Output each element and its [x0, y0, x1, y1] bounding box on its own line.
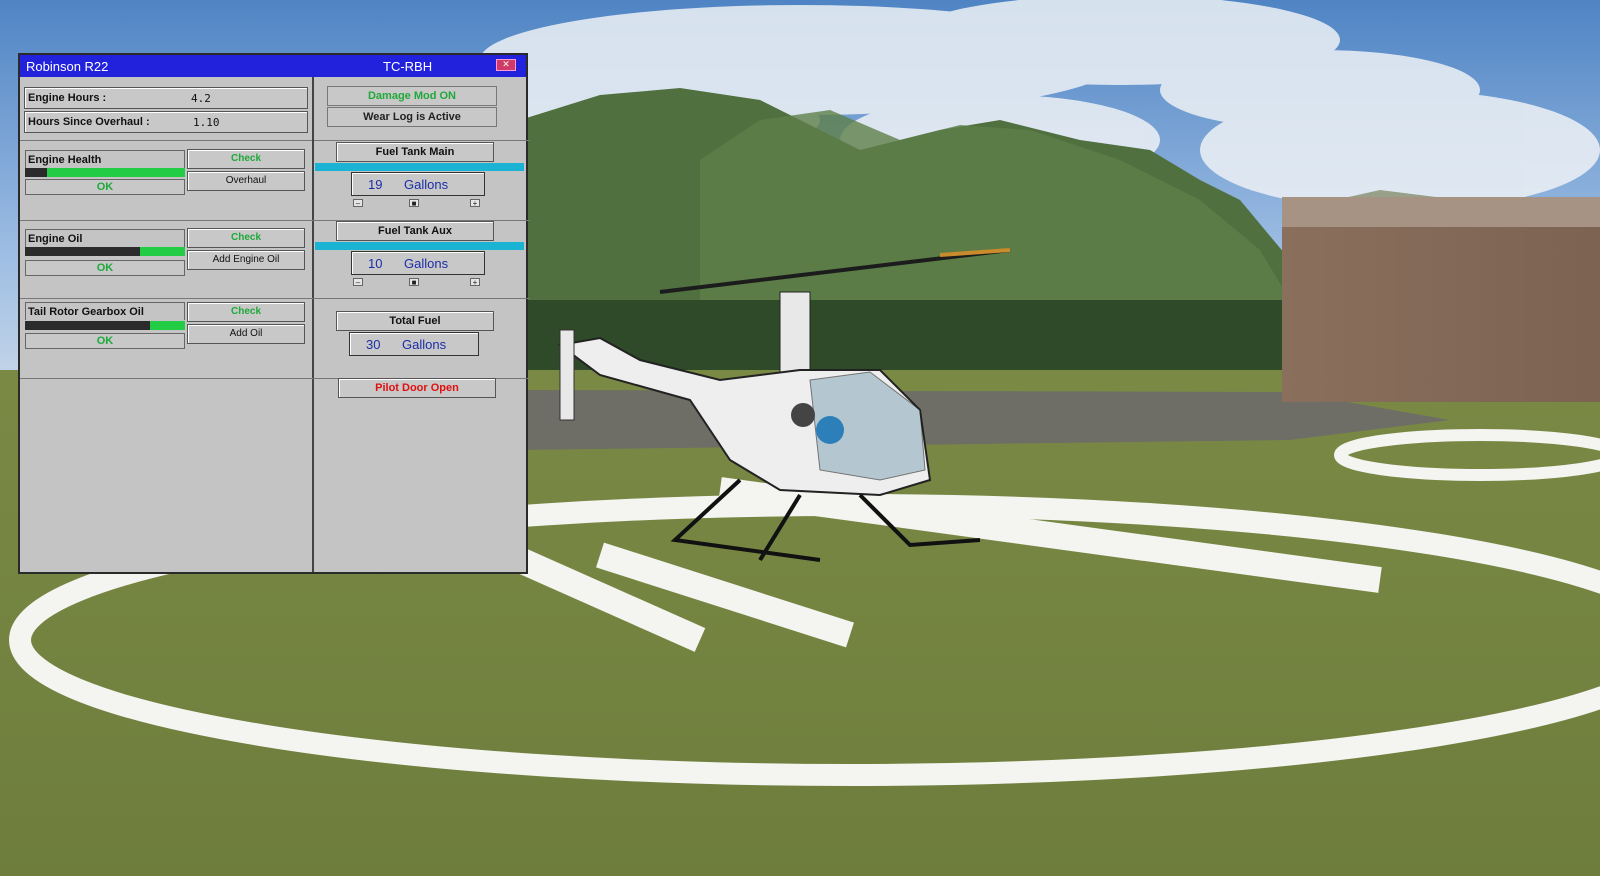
add-oil-button[interactable]: Add Oil	[187, 324, 305, 344]
fuel-main-increase-button[interactable]: +	[470, 199, 480, 208]
pilot-door-status[interactable]: Pilot Door Open	[338, 378, 496, 398]
engine-oil-fill	[140, 247, 185, 256]
aircraft-model: Robinson R22	[26, 59, 109, 74]
panel-title-bar[interactable]: Robinson R22 TC-RBH ✕	[20, 55, 526, 77]
engine-hours-field: Engine Hours : 4.2	[24, 87, 308, 109]
fuel-tank-main-indicator	[315, 163, 524, 171]
fuel-main-set-button[interactable]: ■	[409, 199, 419, 208]
fuel-tank-aux-label: Fuel Tank Aux	[336, 221, 494, 241]
fuel-tank-aux-field: 10 Gallons	[351, 251, 485, 275]
total-fuel-value: 30	[366, 337, 381, 352]
fuel-tank-main-label: Fuel Tank Main	[336, 142, 494, 162]
total-fuel-unit: Gallons	[402, 337, 447, 352]
engine-oil-status: OK	[25, 260, 185, 276]
hours-since-overhaul-label: Hours Since Overhaul :	[28, 116, 150, 128]
engine-hours-value: 4.2	[191, 92, 211, 105]
engine-oil-label: Engine Oil	[25, 229, 185, 247]
total-fuel-field: 30 Gallons	[349, 332, 479, 356]
close-icon[interactable]: ✕	[496, 59, 516, 71]
tail-rotor-oil-bar	[25, 321, 185, 330]
tail-rotor-oil-status: OK	[25, 333, 185, 349]
overhaul-button[interactable]: Overhaul	[187, 171, 305, 191]
divider	[20, 298, 530, 299]
tail-rotor-oil-fill	[149, 321, 185, 330]
tail-rotor-oil-check-button[interactable]: Check	[187, 302, 305, 322]
divider	[314, 140, 530, 141]
add-engine-oil-button[interactable]: Add Engine Oil	[187, 250, 305, 270]
wear-log-status: Wear Log is Active	[327, 107, 497, 127]
engine-health-status: OK	[25, 179, 185, 195]
aircraft-status-panel: Robinson R22 TC-RBH ✕ Engine Hours : 4.2…	[18, 53, 530, 574]
hangar	[1282, 197, 1600, 402]
engine-oil-bar	[25, 247, 185, 256]
fuel-tank-aux-indicator	[315, 242, 524, 250]
engine-hours-label: Engine Hours :	[28, 92, 107, 104]
engine-health-fill	[47, 168, 185, 177]
fuel-tank-main-unit: Gallons	[404, 177, 449, 192]
fuel-tank-main-value: 19	[368, 177, 383, 192]
hours-since-overhaul-field: Hours Since Overhaul : 1.10	[24, 111, 308, 133]
engine-health-bar	[25, 168, 185, 177]
engine-health-label: Engine Health	[25, 150, 185, 168]
hangar-roof	[1282, 197, 1600, 227]
total-fuel-label: Total Fuel	[336, 311, 494, 331]
fuel-tank-main-field: 19 Gallons	[351, 172, 485, 196]
tail-rotor-oil-label: Tail Rotor Gearbox Oil	[25, 302, 185, 320]
engine-health-check-button[interactable]: Check	[187, 149, 305, 169]
damage-mod-status: Damage Mod ON	[327, 86, 497, 106]
aircraft-registration: TC-RBH	[383, 59, 433, 74]
engine-oil-check-button[interactable]: Check	[187, 228, 305, 248]
fuel-tank-aux-value: 10	[368, 256, 383, 271]
fuel-aux-set-button[interactable]: ■	[409, 278, 419, 287]
column-divider	[312, 77, 314, 572]
divider	[20, 140, 312, 141]
fuel-aux-decrease-button[interactable]: –	[353, 278, 363, 287]
fuel-main-decrease-button[interactable]: –	[353, 199, 363, 208]
fuel-aux-increase-button[interactable]: +	[470, 278, 480, 287]
hours-since-overhaul-value: 1.10	[193, 116, 220, 129]
fuel-tank-aux-unit: Gallons	[404, 256, 449, 271]
